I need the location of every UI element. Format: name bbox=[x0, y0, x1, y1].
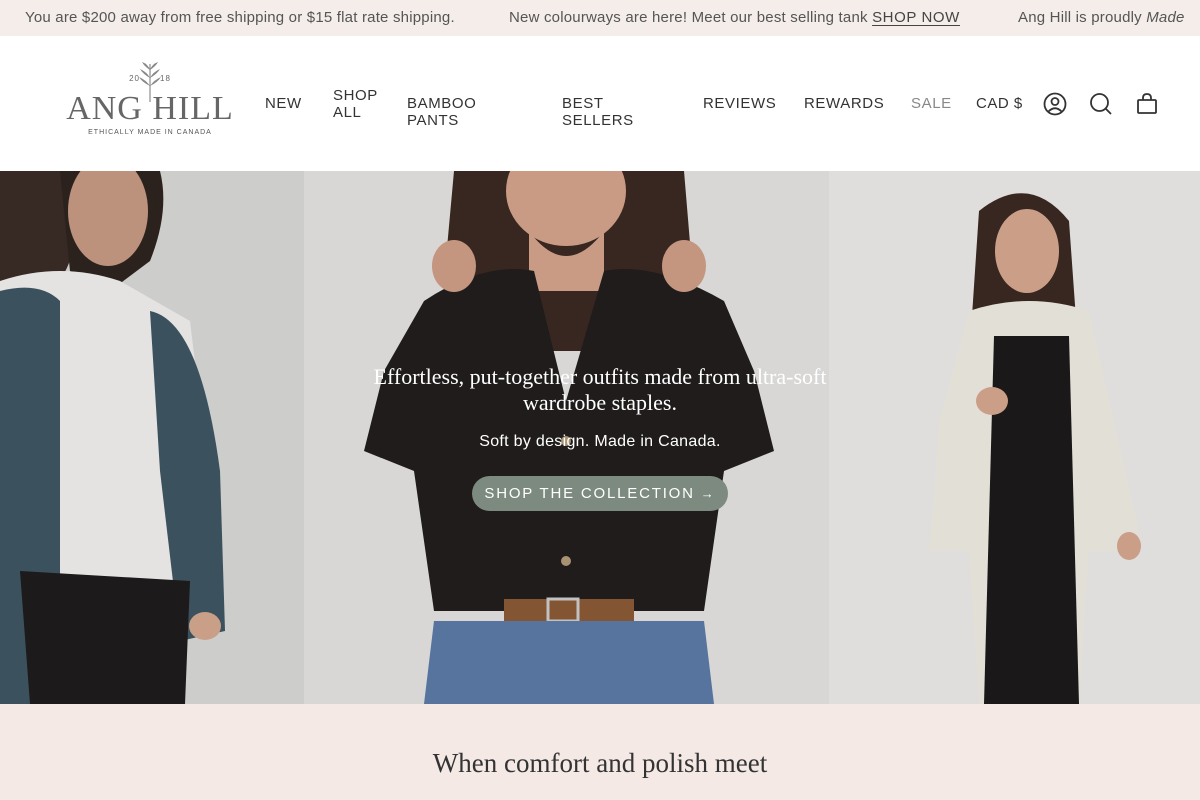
nav-item-bamboo-pants[interactable]: BAMBOO PANTS bbox=[407, 95, 476, 129]
hero-title: Effortless, put-together outfits made fr… bbox=[373, 364, 827, 415]
hero-banner: Effortless, put-together outfits made fr… bbox=[0, 171, 1200, 704]
hero-button-label: SHOP THE COLLECTION bbox=[484, 485, 695, 502]
announcement-colourways: New colourways are here! Meet our best s… bbox=[509, 9, 960, 26]
shop-now-link[interactable]: SHOP NOW bbox=[872, 9, 960, 26]
logo[interactable]: 20 18 ANG HILL ETHICALLY MADE IN CANADA bbox=[64, 60, 236, 142]
site-header: 20 18 ANG HILL ETHICALLY MADE IN CANADA N… bbox=[0, 36, 1200, 171]
nav-item-new[interactable]: NEW bbox=[265, 95, 302, 112]
nav-item-sale[interactable]: SALE bbox=[911, 95, 952, 112]
currency-selector[interactable]: CAD $ bbox=[976, 95, 1023, 112]
nav-item-rewards[interactable]: REWARDS bbox=[804, 95, 884, 112]
logo-name: ANG HILL bbox=[66, 90, 234, 127]
logo-tagline: ETHICALLY MADE IN CANADA bbox=[88, 129, 212, 136]
search-icon[interactable] bbox=[1088, 91, 1114, 117]
shop-the-collection-button[interactable]: SHOP THE COLLECTION → bbox=[472, 476, 728, 511]
cart-icon[interactable] bbox=[1134, 91, 1160, 117]
comfort-section: When comfort and polish meet bbox=[0, 704, 1200, 800]
account-icon[interactable] bbox=[1042, 91, 1068, 117]
arrow-right-icon: → bbox=[700, 486, 716, 501]
nav-item-shop-all[interactable]: SHOP ALL bbox=[333, 87, 378, 121]
hero-subtitle: Soft by design. Made in Canada. bbox=[479, 433, 721, 450]
section-title: When comfort and polish meet bbox=[432, 748, 768, 778]
nav-item-best-sellers[interactable]: BEST SELLERS bbox=[562, 95, 634, 129]
announcement-bar: You are $200 away from free shipping or … bbox=[0, 0, 1200, 36]
announcement-shipping: You are $200 away from free shipping or … bbox=[25, 9, 455, 26]
nav-item-reviews[interactable]: REVIEWS bbox=[703, 95, 776, 112]
announcement-made-in: Ang Hill is proudly Made bbox=[1018, 9, 1185, 26]
logo-year: 20 18 bbox=[129, 74, 171, 83]
